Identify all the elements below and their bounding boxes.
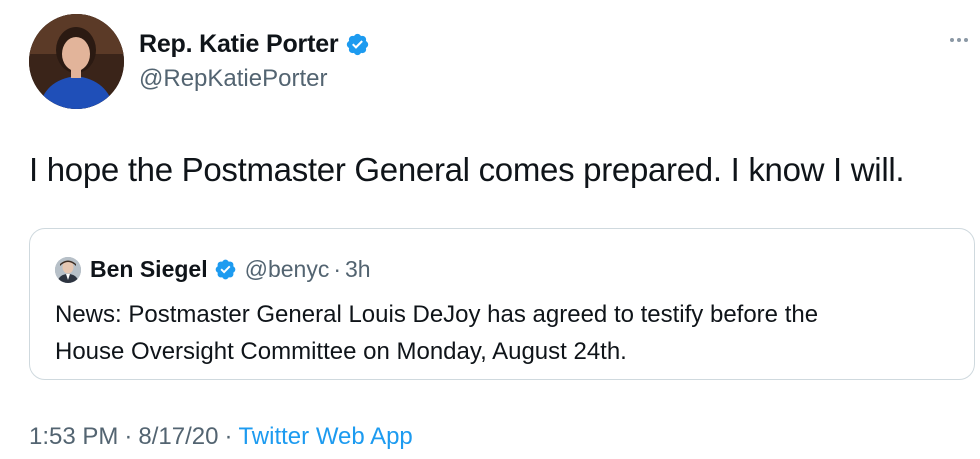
more-dot	[964, 38, 968, 42]
tweet-source-link[interactable]: Twitter Web App	[238, 423, 412, 451]
verified-badge-icon	[347, 33, 369, 56]
meta-separator: ·	[224, 423, 233, 450]
author-avatar[interactable]	[29, 14, 124, 109]
quoted-author-handle: @benyc	[244, 256, 330, 282]
tweet-text: I hope the Postmaster General comes prep…	[29, 151, 905, 188]
tweet-date[interactable]: 8/17/20	[138, 423, 218, 451]
quoted-separator: ·	[333, 256, 342, 282]
tweet-card: Rep. Katie Porter @RepKatiePorter I hope…	[0, 0, 980, 459]
quoted-text-line: House Oversight Committee on Monday, Aug…	[55, 338, 627, 365]
author-handle[interactable]: @RepKatiePorter	[139, 65, 327, 93]
tweet-time[interactable]: 1:53 PM	[29, 423, 118, 451]
quoted-tweet-text: News: Postmaster General Louis DeJoy has…	[55, 296, 955, 370]
quoted-author-avatar	[55, 256, 81, 283]
more-options-icon[interactable]	[950, 38, 968, 42]
author-name-row[interactable]: Rep. Katie Porter	[139, 30, 370, 59]
tweet-meta: 1:53 PM · 8/17/20 · Twitter Web App	[29, 423, 413, 451]
author-display-name[interactable]: Rep. Katie Porter	[139, 30, 339, 59]
more-dot	[957, 38, 961, 42]
quoted-tweet-header: Ben Siegel @benyc · 3h	[55, 256, 371, 283]
verified-badge-icon	[215, 259, 235, 280]
quoted-author-name: Ben Siegel	[90, 256, 208, 282]
meta-separator: ·	[124, 423, 133, 450]
avatar-photo	[29, 14, 124, 109]
quoted-timestamp: 3h	[345, 256, 371, 282]
more-dot	[950, 38, 954, 42]
quoted-tweet-card[interactable]: Ben Siegel @benyc · 3h News: Postmaster …	[29, 228, 975, 380]
quoted-avatar-photo	[55, 256, 81, 283]
quoted-text-line: News: Postmaster General Louis DeJoy has…	[55, 301, 819, 328]
